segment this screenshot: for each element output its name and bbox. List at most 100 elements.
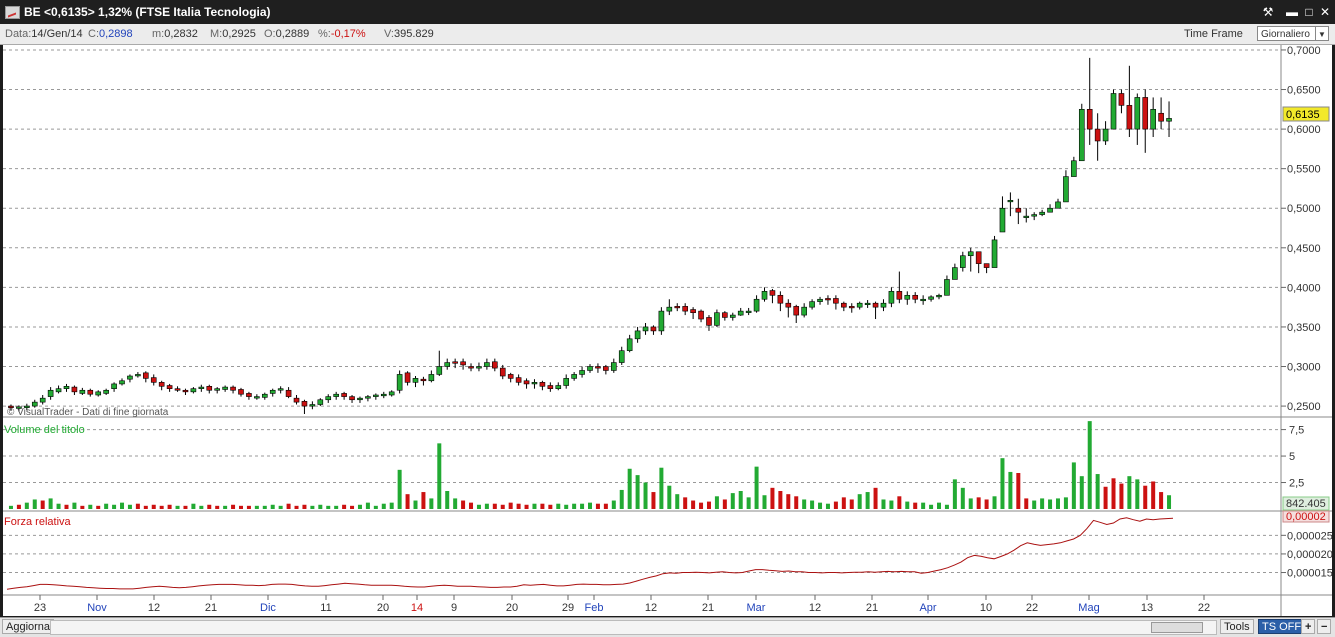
candle-body-down bbox=[896, 291, 903, 300]
chart-area[interactable]: 0,7000 0,6500 0,6000 0,5500 0,5000 0,4500 0,40… bbox=[3, 45, 1333, 616]
volume-bar bbox=[167, 504, 172, 509]
x-tick-label: Dic bbox=[260, 602, 276, 614]
volume-bar bbox=[357, 504, 362, 509]
volume-bar bbox=[32, 499, 37, 509]
price-tick-label: 0,5500 bbox=[1287, 164, 1321, 176]
refresh-button[interactable]: Aggiorna bbox=[2, 619, 55, 634]
ts-off-button[interactable]: TS OFF bbox=[1258, 619, 1306, 634]
volume-bar bbox=[159, 505, 164, 509]
volume-bar bbox=[413, 500, 418, 509]
candle-body-down bbox=[420, 378, 427, 382]
candle-body-up bbox=[365, 396, 371, 399]
zoom-out-button[interactable]: − bbox=[1317, 619, 1332, 634]
candle-body-down bbox=[825, 298, 831, 301]
close-icon[interactable]: ✕ bbox=[1317, 4, 1333, 20]
candle-body-up bbox=[1063, 176, 1069, 203]
candle-body-down bbox=[682, 306, 688, 312]
stock-chart-svg[interactable]: 0,7000 0,6500 0,6000 0,5500 0,5000 0,4500 0,40… bbox=[3, 45, 1333, 616]
volume-bar bbox=[516, 503, 521, 509]
volume-bar bbox=[238, 505, 243, 509]
candle-body-down bbox=[174, 388, 181, 391]
candle-body-up bbox=[531, 382, 538, 385]
volume-bar bbox=[1095, 474, 1100, 509]
close-readout: C:0,2898 bbox=[88, 28, 133, 40]
volume-bar bbox=[1024, 498, 1029, 509]
candle-body-down bbox=[1158, 112, 1164, 122]
volume-bar bbox=[572, 503, 577, 509]
x-tick-label: 12 bbox=[645, 602, 657, 614]
candle-body-up bbox=[277, 388, 284, 391]
tools-button[interactable]: Tools bbox=[1220, 619, 1254, 634]
candle-body-down bbox=[983, 263, 990, 268]
volume-bar bbox=[223, 505, 228, 509]
volume-bar bbox=[556, 503, 561, 509]
volume-bar bbox=[8, 505, 13, 509]
chart-app-icon bbox=[5, 6, 20, 19]
candle-body-down bbox=[460, 361, 466, 366]
quote-info-bar: Data:14/Gen/14 C:0,2898 m:0,2832 M:0,292… bbox=[0, 24, 1335, 45]
x-tick-label: 10 bbox=[980, 602, 992, 614]
candle-body-up bbox=[1023, 215, 1030, 218]
candle-body-up bbox=[920, 298, 926, 302]
candle-body-down bbox=[595, 366, 601, 369]
candle-body-up bbox=[1047, 207, 1053, 213]
volume-bar bbox=[683, 497, 688, 509]
candle-body-up bbox=[563, 378, 570, 386]
candle-body-up bbox=[254, 396, 260, 399]
candle-body-up bbox=[1007, 200, 1014, 203]
last-price-label: 0,6135 bbox=[1286, 109, 1320, 121]
volume-bar bbox=[286, 503, 291, 509]
volume-bar bbox=[508, 502, 513, 509]
volume-bar bbox=[873, 487, 878, 509]
volume-bar bbox=[675, 494, 680, 509]
volume-bar bbox=[104, 503, 109, 509]
zoom-in-button[interactable]: + bbox=[1301, 619, 1316, 634]
candle-body-up bbox=[1102, 128, 1109, 142]
candle-body-down bbox=[539, 382, 546, 387]
volume-bar bbox=[1119, 483, 1124, 509]
candle-body-up bbox=[634, 330, 641, 340]
time-frame-select[interactable]: Giornaliero ▼ bbox=[1257, 26, 1329, 41]
candle-body-up bbox=[745, 310, 752, 313]
maximize-icon[interactable]: □ bbox=[1301, 4, 1317, 20]
volume-bar bbox=[937, 502, 942, 509]
volume-bar bbox=[825, 503, 830, 509]
volume-bar bbox=[651, 492, 656, 509]
volume-bar bbox=[151, 504, 156, 509]
candle-body-up bbox=[856, 302, 863, 308]
x-tick-label: 21 bbox=[205, 602, 217, 614]
volume-bar bbox=[326, 505, 331, 509]
x-tick-label: Mar bbox=[747, 602, 766, 614]
volume-bar bbox=[318, 504, 323, 509]
minimize-icon[interactable]: ▬ bbox=[1284, 4, 1300, 20]
candle-body-up bbox=[1055, 201, 1061, 209]
candle-body-down bbox=[674, 306, 681, 309]
volume-bar bbox=[722, 499, 727, 509]
open-readout: O:0,2889 bbox=[264, 28, 310, 40]
x-tick-label: Feb bbox=[585, 602, 604, 614]
wrench-icon[interactable]: ⚒ bbox=[1260, 4, 1276, 20]
max-readout: M:0,2925 bbox=[210, 28, 256, 40]
volume-bar bbox=[294, 505, 299, 509]
candle-body-up bbox=[1078, 109, 1085, 162]
volume-bar bbox=[913, 502, 918, 509]
price-tick-label: 0,7000 bbox=[1287, 45, 1321, 57]
window-title: BE <0,6135> 1,32% (FTSE Italia Tecnologi… bbox=[24, 5, 271, 19]
candle-body-up bbox=[412, 378, 419, 383]
volume-bar bbox=[310, 505, 315, 509]
volume-panel-title: Volume del titolo bbox=[4, 424, 85, 436]
horizontal-scrollbar[interactable] bbox=[50, 620, 1217, 635]
volume-bar bbox=[921, 502, 926, 509]
candle-body-up bbox=[737, 310, 744, 316]
chevron-down-icon: ▼ bbox=[1315, 27, 1328, 40]
candle-body-down bbox=[158, 382, 165, 387]
volume-bar bbox=[278, 505, 283, 509]
x-tick-label: 11 bbox=[320, 602, 331, 614]
x-tick-label: 22 bbox=[1026, 602, 1038, 614]
x-tick-label: 12 bbox=[148, 602, 160, 614]
candle-body-up bbox=[325, 396, 332, 401]
candle-body-up bbox=[63, 386, 70, 389]
candle-body-up bbox=[222, 386, 228, 390]
volume-bar bbox=[730, 493, 735, 509]
scrollbar-thumb[interactable] bbox=[1151, 622, 1203, 633]
